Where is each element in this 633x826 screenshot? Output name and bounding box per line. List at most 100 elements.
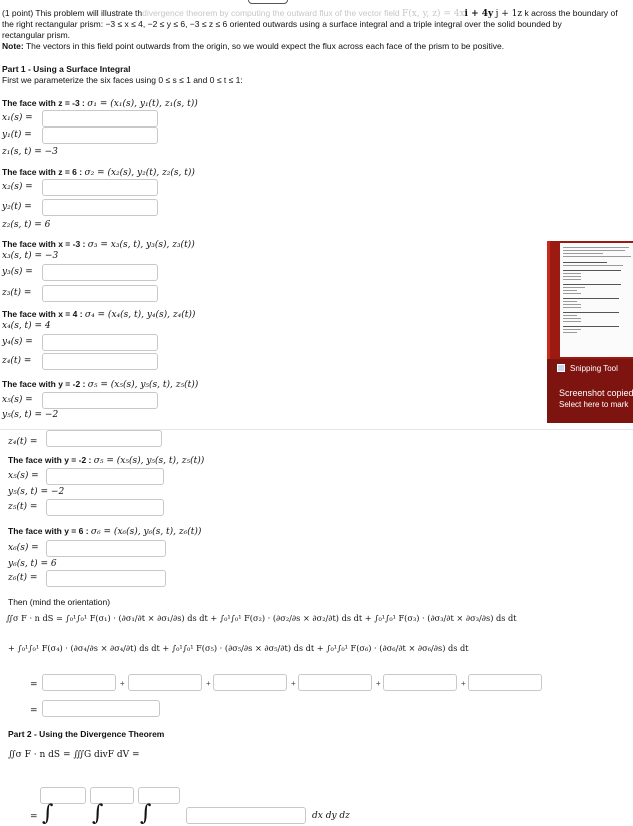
face1-x-input[interactable] <box>42 110 158 127</box>
face2-title: The face with z = 6 : <box>2 167 83 177</box>
face2-x-label: x₂(s) = <box>2 182 33 192</box>
face6-title: The face with y = 6 : <box>8 526 89 536</box>
face-flux-input-6[interactable] <box>468 674 542 691</box>
face5-header-b: The face with y = -2 : σ₅ = (x₅(s), y₅(s… <box>8 455 204 466</box>
snip-notification[interactable]: Snipping Tool Screenshot copied Select h… <box>547 359 633 423</box>
snip-app-row: Snipping Tool <box>557 364 618 373</box>
integral-sign-middle: ∫ <box>92 801 104 826</box>
integrand-input[interactable] <box>186 807 306 824</box>
face4-z-label: z₄(t) = <box>2 356 32 366</box>
plus-sign-1: + <box>120 679 125 688</box>
face4-title: The face with x = 4 : <box>2 309 83 319</box>
face1-y-label: y₁(t) = <box>2 130 32 140</box>
face5-y-value-b: y₅(s, t) = −2 <box>8 487 65 497</box>
intro-line-1: (1 point) This problem will illustrate t… <box>2 8 618 19</box>
face2-y-label: y₂(t) = <box>2 202 32 212</box>
face4-header: The face with x = 4 : σ₄ = (x₄(s, t), y₄… <box>2 309 195 320</box>
note-line: Note: The vectors in this field point ou… <box>2 41 504 51</box>
divergence-theorem-eq: ∬σ F · n dS = ∭G divF dV = <box>8 750 140 760</box>
face3-math: σ₃ = x₃(s, t), y₃(s), z₃(t)) <box>87 240 195 250</box>
face5-header-a: The face with y = -2 : σ₅ = (x₅(s), y₅(s… <box>2 379 198 390</box>
face3-header: The face with x = -3 : σ₃ = x₃(s, t), y₃… <box>2 239 195 250</box>
face3-title: The face with x = -3 : <box>2 239 86 249</box>
intro-text-b-faded: divergence theorem by computing the outw… <box>142 8 400 18</box>
face6-z-label: z₆(t) = <box>8 573 38 583</box>
face-flux-input-3[interactable] <box>213 674 287 691</box>
face4-x-value: x₄(s, t) = 4 <box>2 321 51 331</box>
face2-y-input[interactable] <box>42 199 158 216</box>
integral-sign-inner: ∫ <box>140 801 152 826</box>
surface-integral-eq-line1: ∬σ F · n dS = ∫₀¹∫₀¹ F(σ₁) · (∂σ₁/∂t × ∂… <box>6 613 517 623</box>
face2-math: σ₂ = (x₂(s), y₂(t), z₂(s, t)) <box>84 168 195 178</box>
face4-z-label-b: z₄(t) = <box>8 437 38 447</box>
face5-x-label-b: x₅(s) = <box>8 471 39 481</box>
snip-thumbnail-page <box>560 243 633 357</box>
face1-x-label: x₁(s) = <box>2 113 33 123</box>
face1-header: The face with z = -3 : σ₁ = (x₁(s), y₁(t… <box>2 98 198 109</box>
face4-y-input[interactable] <box>42 334 158 351</box>
face3-z-label: z₃(t) = <box>2 288 32 298</box>
face1-title: The face with z = -3 : <box>2 98 85 108</box>
vector-field-k: j + 1z <box>495 9 523 19</box>
face6-x-input[interactable] <box>46 540 166 557</box>
note-label: Note: <box>2 41 24 51</box>
total-flux-input[interactable] <box>42 700 160 717</box>
face5-x-input-a[interactable] <box>42 392 158 409</box>
face2-x-input[interactable] <box>42 179 158 196</box>
page-top-cap <box>248 0 288 4</box>
face5-z-input-b[interactable] <box>46 499 164 516</box>
vector-field-j: i + 4y <box>464 9 494 19</box>
plus-sign-2: + <box>206 679 211 688</box>
face-flux-input-4[interactable] <box>298 674 372 691</box>
snip-thumbnail[interactable] <box>547 241 633 359</box>
part1-title: Part 1 - Using a Surface Integral <box>2 64 131 74</box>
total-equals-sign: = <box>30 706 38 716</box>
snip-app-name: Snipping Tool <box>570 364 618 373</box>
face6-z-input[interactable] <box>46 570 166 587</box>
face5-math-a: σ₅ = (x₅(s), y₅(s, t), z₅(t)) <box>87 380 199 390</box>
face3-y-label: y₃(s) = <box>2 267 33 277</box>
face3-x-value: x₃(s, t) = −3 <box>2 251 59 261</box>
snipping-tool-icon <box>557 364 565 372</box>
intro-text-a: (1 point) This problem will illustrate t… <box>2 8 143 18</box>
face4-z-input[interactable] <box>42 353 158 370</box>
face2-header: The face with z = 6 : σ₂ = (x₂(s), y₂(t)… <box>2 167 195 178</box>
face5-title-b: The face with y = -2 : <box>8 455 92 465</box>
plus-sign-4: + <box>376 679 381 688</box>
vector-field-def: F(x, y, z) = 4x <box>402 9 465 19</box>
face1-math: σ₁ = (x₁(s), y₁(t), z₁(s, t)) <box>87 99 198 109</box>
face6-header: The face with y = 6 : σ₆ = (x₆(s), y₆(s,… <box>8 526 201 537</box>
note-text: The vectors in this field point outwards… <box>23 41 505 51</box>
face-flux-input-2[interactable] <box>128 674 202 691</box>
integral-sign-outer: ∫ <box>42 801 54 826</box>
plus-sign-5: + <box>461 679 466 688</box>
face3-y-input[interactable] <box>42 264 158 281</box>
face5-y-value-a: y₅(s, t) = −2 <box>2 410 59 420</box>
sum-equals-sign: = <box>30 680 38 690</box>
part2-title: Part 2 - Using the Divergence Theorem <box>8 729 165 739</box>
face6-x-label: x₆(s) = <box>8 543 39 553</box>
plus-sign-3: + <box>291 679 296 688</box>
face5-title-a: The face with y = -2 : <box>2 379 86 389</box>
face5-x-input-b[interactable] <box>46 468 164 485</box>
face5-math-b: σ₅ = (x₅(s), y₅(s, t), z₅(t)) <box>93 456 205 466</box>
face6-math: σ₆ = (x₆(s), y₆(s, t), z₆(t)) <box>90 527 202 537</box>
surface-integral-eq-line2: + ∫₀¹∫₀¹ F(σ₄) · (∂σ₄/∂s × ∂σ₄/∂t) ds dt… <box>8 643 469 653</box>
face-flux-input-1[interactable] <box>42 674 116 691</box>
face5-x-label-a: x₅(s) = <box>2 395 33 405</box>
snip-subtitle[interactable]: Select here to mark <box>559 400 628 409</box>
face-flux-input-5[interactable] <box>383 674 457 691</box>
intro-line-2: the right rectangular prism: −3 ≤ x ≤ 4,… <box>2 19 562 29</box>
face1-y-input[interactable] <box>42 127 158 144</box>
differentials: dx dy dz <box>312 811 350 821</box>
face4-y-label: y₄(s) = <box>2 337 33 347</box>
face2-z-value: z₂(s, t) = 6 <box>2 220 51 230</box>
face5-z-label-b: z₅(t) = <box>8 502 38 512</box>
face1-z-value: z₁(s, t) = −3 <box>2 147 58 157</box>
intro-line-3: rectangular prism. <box>2 30 71 40</box>
face4-z-input-b[interactable] <box>46 430 162 447</box>
orientation-note: Then (mind the orientation) <box>8 597 111 607</box>
face3-z-input[interactable] <box>42 285 158 302</box>
intro-text-f: k across the boundary of <box>524 8 618 18</box>
part1-subtitle: First we parameterize the six faces usin… <box>2 75 243 85</box>
